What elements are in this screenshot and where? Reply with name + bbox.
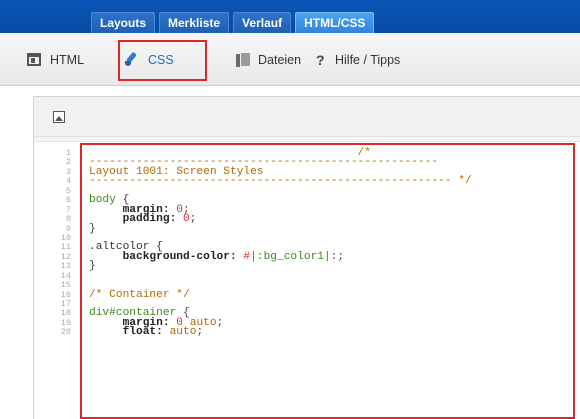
line-number: 18 [60,308,71,319]
code-line: background-color: #|:bg_color1|:; [89,250,472,263]
code-token: ; [196,326,204,339]
line-number: 10 [60,232,71,243]
code-token: } [89,260,96,273]
css-code-editor[interactable]: 1 2 3 4 5 6 7 8 9 10 11 12 13 14 15 16 17 18 19 20 /* ------… [34,141,580,419]
code-line: padding: 0; [89,213,472,226]
code-line: } [89,222,472,235]
line-number: 16 [60,289,71,300]
line-number: 7 [65,204,71,215]
line-number: 2 [65,157,71,168]
code-token: # [236,250,251,263]
code-line: float: auto; [89,326,472,339]
code-token: 0 [176,213,190,226]
code-line: } [89,260,472,273]
code-token: auto [169,326,197,339]
line-number: 9 [65,223,71,234]
line-number: 6 [65,195,71,206]
line-number: 4 [65,176,71,187]
tab-html-css[interactable]: HTML/CSS [295,12,375,33]
tab-verlauf[interactable]: Verlauf [233,12,292,33]
files-icon [236,52,251,67]
files-button[interactable]: Dateien [236,33,301,86]
code-token: ----------------------------------------… [89,175,472,188]
line-number: 19 [60,317,71,328]
editor-panel-header [34,97,580,137]
line-number: 5 [65,185,71,196]
code-token: float: [89,326,170,339]
help-button[interactable]: ? Hilfe / Tipps [316,33,400,86]
editor-panel: 1 2 3 4 5 6 7 8 9 10 11 12 13 14 15 16 17 18 19 20 /* ------… [33,96,580,419]
code-token: } [89,222,96,235]
html-button[interactable]: HTML [27,33,84,86]
html-button-label: HTML [50,52,85,67]
line-number: 8 [65,214,71,225]
line-number: 17 [60,299,71,309]
top-navigation-bar: Layouts Merkliste Verlauf HTML/CSS [0,0,580,33]
line-number: 13 [60,261,71,272]
css-highlight-frame [118,40,207,81]
code-content[interactable]: /* --------------------------------------… [89,147,472,339]
code-token: background-color: [89,250,237,263]
code-token: ; [189,213,197,226]
code-line: /* Container */ [89,288,472,301]
help-button-label: Hilfe / Tipps [335,52,401,67]
line-number-gutter: 1 2 3 4 5 6 7 8 9 10 11 12 13 14 15 16 17 18 19 20 [34,142,82,419]
line-number: 15 [60,280,71,291]
code-token: |:bg_color1| [250,250,331,263]
tab-merkliste[interactable]: Merkliste [159,12,230,33]
line-number: 3 [65,166,71,177]
line-number: 14 [60,270,71,281]
tab-layouts[interactable]: Layouts [91,12,156,33]
editor-toolbar: HTML CSS Dateien ? Hilfe / Tipps [0,33,580,86]
code-token: :; [330,250,345,263]
line-number: 11 [60,242,71,253]
code-token: padding: [89,213,177,226]
code-token: ; [216,316,224,329]
main-tabs: Layouts Merkliste Verlauf HTML/CSS [91,12,375,33]
files-button-label: Dateien [258,52,302,67]
help-icon: ? [316,51,325,68]
image-icon[interactable] [53,111,65,123]
line-number: 20 [60,327,71,338]
html-layout-icon [27,53,41,66]
code-token: /* Container */ [89,288,190,301]
line-number: 12 [60,251,71,262]
line-number: 1 [65,148,71,158]
code-line: ----------------------------------------… [89,175,472,188]
